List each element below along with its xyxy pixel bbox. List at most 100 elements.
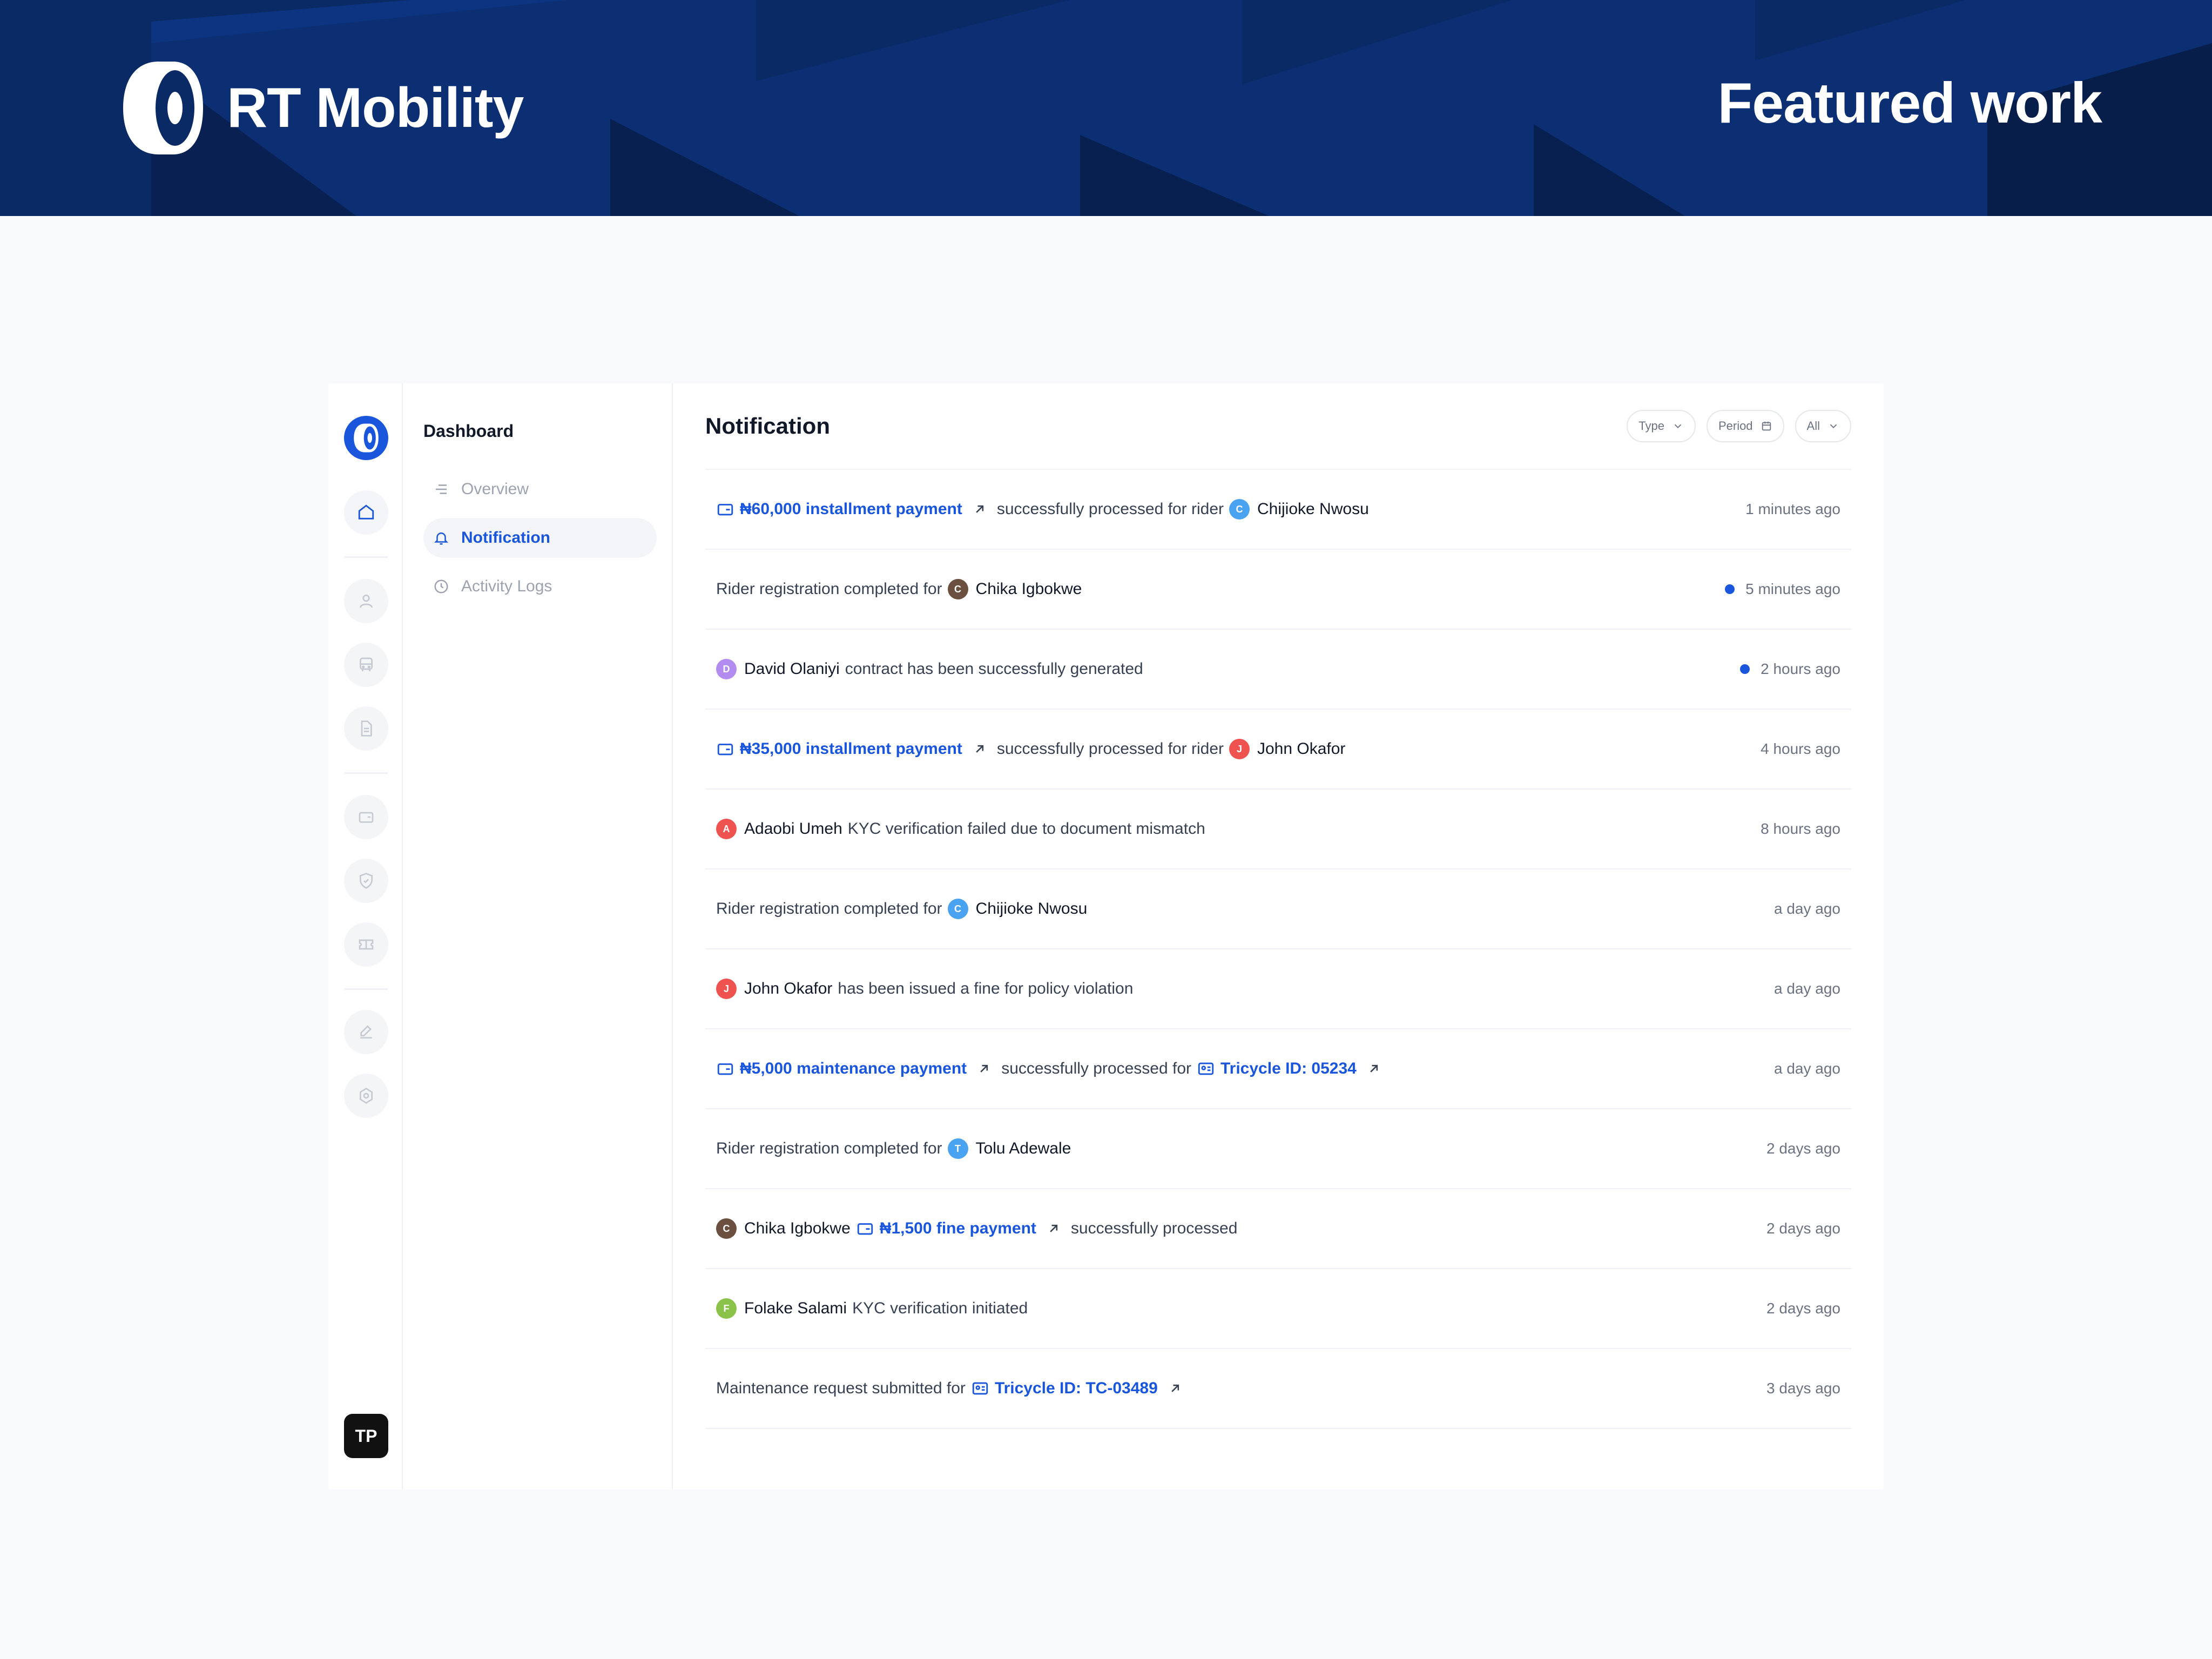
person-name: Chijioke Nwosu <box>1257 500 1369 518</box>
notification-message: Maintenance request submitted for Tricycl… <box>716 1379 1183 1398</box>
icon-rail: TP <box>328 383 403 1489</box>
notification-text: KYC verification initiated <box>852 1299 1028 1317</box>
notification-meta: 2 days ago <box>1766 1140 1840 1157</box>
all-filter-dropdown[interactable]: All <box>1795 410 1851 442</box>
timestamp: a day ago <box>1774 900 1840 917</box>
wallet-icon <box>716 1060 734 1078</box>
subnav-item-activity-logs[interactable]: Activity Logs <box>423 567 657 606</box>
subnav-item-overview[interactable]: Overview <box>423 469 657 509</box>
notification-row[interactable]: Rider registration completed for C Chijiok… <box>705 869 1851 949</box>
timestamp: 4 hours ago <box>1761 740 1840 757</box>
unread-dot <box>1740 664 1750 674</box>
document-icon[interactable] <box>344 706 388 751</box>
notification-text: has been issued a fine for policy violat… <box>838 980 1134 997</box>
notification-row[interactable]: ₦35,000 installment payment successfully … <box>705 710 1851 790</box>
timestamp: 3 days ago <box>1766 1380 1840 1397</box>
page-title: Notification <box>705 413 830 439</box>
payment-link[interactable]: ₦5,000 maintenance payment <box>740 1060 967 1078</box>
rail-divider <box>345 556 388 558</box>
notification-meta: 3 days ago <box>1766 1380 1840 1397</box>
notification-row[interactable]: ₦60,000 installment payment successfully … <box>705 470 1851 550</box>
vehicle-id-icon <box>1197 1060 1215 1078</box>
home-icon[interactable] <box>344 490 388 535</box>
person-avatar: F <box>716 1298 737 1319</box>
notification-text: successfully processed for <box>1001 1060 1191 1077</box>
rail-divider <box>345 988 388 990</box>
type-filter-dropdown[interactable]: Type <box>1627 410 1696 442</box>
notification-row[interactable]: Maintenance request submitted for Tricycl… <box>705 1349 1851 1429</box>
featured-work-title: Featured work <box>1717 71 2102 135</box>
vehicle-id-icon <box>971 1379 989 1398</box>
notification-message: A Adaobi Umeh KYC verification failed due … <box>716 819 1205 839</box>
list-icon <box>436 484 447 494</box>
notification-meta: 2 days ago <box>1766 1300 1840 1317</box>
notification-text: successfully processed for rider <box>996 740 1224 758</box>
person-avatar: C <box>947 899 968 919</box>
vehicle-link[interactable]: Tricycle ID: TC-03489 <box>995 1379 1158 1398</box>
notification-text: Rider registration completed for <box>716 1139 942 1157</box>
person-avatar: C <box>716 1218 737 1239</box>
timestamp: 2 days ago <box>1766 1140 1840 1157</box>
clock-icon <box>434 579 448 594</box>
person-avatar: T <box>947 1138 968 1159</box>
brand: RT Mobility <box>121 59 524 157</box>
rt-mobility-logo-icon <box>123 62 203 154</box>
notification-meta: 2 days ago <box>1766 1220 1840 1237</box>
notification-meta: 5 minutes ago <box>1725 581 1840 598</box>
timestamp: 8 hours ago <box>1761 820 1840 837</box>
notification-row[interactable]: F Folake Salami KYC verification initiated… <box>705 1269 1851 1349</box>
settings-icon[interactable] <box>344 1074 388 1118</box>
timestamp: 5 minutes ago <box>1745 581 1840 597</box>
timestamp: 2 days ago <box>1766 1300 1840 1317</box>
person-avatar: C <box>1229 499 1250 520</box>
notification-row[interactable]: D David Olaniyi contract has been successf… <box>705 630 1851 710</box>
subnav-item-label: Overview <box>461 480 529 498</box>
vehicle-link[interactable]: Tricycle ID: 05234 <box>1220 1060 1357 1078</box>
period-filter[interactable]: Period <box>1706 410 1784 442</box>
bus-icon[interactable] <box>344 643 388 687</box>
notification-row[interactable]: J John Okafor has been issued a fine for p… <box>705 949 1851 1029</box>
app-window: TP Dashboard Overview Notification Activ… <box>328 383 1884 1489</box>
notification-message: Rider registration completed for C Chijiok… <box>716 899 1087 919</box>
notification-row[interactable]: ₦5,000 maintenance payment successfully p… <box>705 1029 1851 1109</box>
timestamp: a day ago <box>1774 980 1840 997</box>
arrow-up-right-icon <box>976 1061 992 1076</box>
chevron-down-icon <box>1830 424 1837 429</box>
person-name: John Okafor <box>744 980 833 997</box>
notification-meta: a day ago <box>1774 980 1840 997</box>
notification-meta: a day ago <box>1774 900 1840 918</box>
shield-icon[interactable] <box>344 859 388 903</box>
person-name: David Olaniyi <box>744 660 840 678</box>
user-icon[interactable] <box>344 579 388 623</box>
notification-row[interactable]: A Adaobi Umeh KYC verification failed due … <box>705 790 1851 869</box>
person-avatar: D <box>716 659 737 679</box>
notification-message: D David Olaniyi contract has been successf… <box>716 659 1143 679</box>
wallet-icon[interactable] <box>344 795 388 839</box>
wallet-icon <box>716 500 734 518</box>
rail-divider <box>345 772 388 774</box>
user-avatar[interactable]: TP <box>344 1414 388 1458</box>
app-logo-icon[interactable] <box>344 416 388 460</box>
main-header: Notification Type Period All <box>705 383 1851 470</box>
ticket-icon[interactable] <box>344 922 388 967</box>
wallet-icon <box>716 740 734 758</box>
payment-link[interactable]: ₦35,000 installment payment <box>740 740 962 758</box>
subnav-item-notification[interactable]: Notification <box>423 518 657 558</box>
edit-icon[interactable] <box>344 1010 388 1054</box>
subnav-title: Dashboard <box>423 421 514 441</box>
timestamp: 1 minutes ago <box>1745 501 1840 517</box>
timestamp: 2 hours ago <box>1761 660 1840 677</box>
notification-row[interactable]: Rider registration completed for C Chika I… <box>705 550 1851 630</box>
notification-text: successfully processed <box>1070 1219 1238 1237</box>
person-name: Folake Salami <box>744 1299 847 1317</box>
bell-icon <box>434 532 449 545</box>
payment-link[interactable]: ₦60,000 installment payment <box>740 500 962 518</box>
notification-row[interactable]: Rider registration completed for T Tolu Ad… <box>705 1109 1851 1189</box>
notification-row[interactable]: C Chika Igbokwe ₦1,500 fine payment success… <box>705 1189 1851 1269</box>
filter-bar: Type Period All <box>1627 410 1851 442</box>
payment-link[interactable]: ₦1,500 fine payment <box>880 1219 1036 1238</box>
arrow-up-right-icon <box>972 741 987 757</box>
person-avatar: J <box>1229 739 1250 759</box>
notification-message: J John Okafor has been issued a fine for p… <box>716 979 1133 999</box>
arrow-up-right-icon <box>1168 1381 1183 1396</box>
